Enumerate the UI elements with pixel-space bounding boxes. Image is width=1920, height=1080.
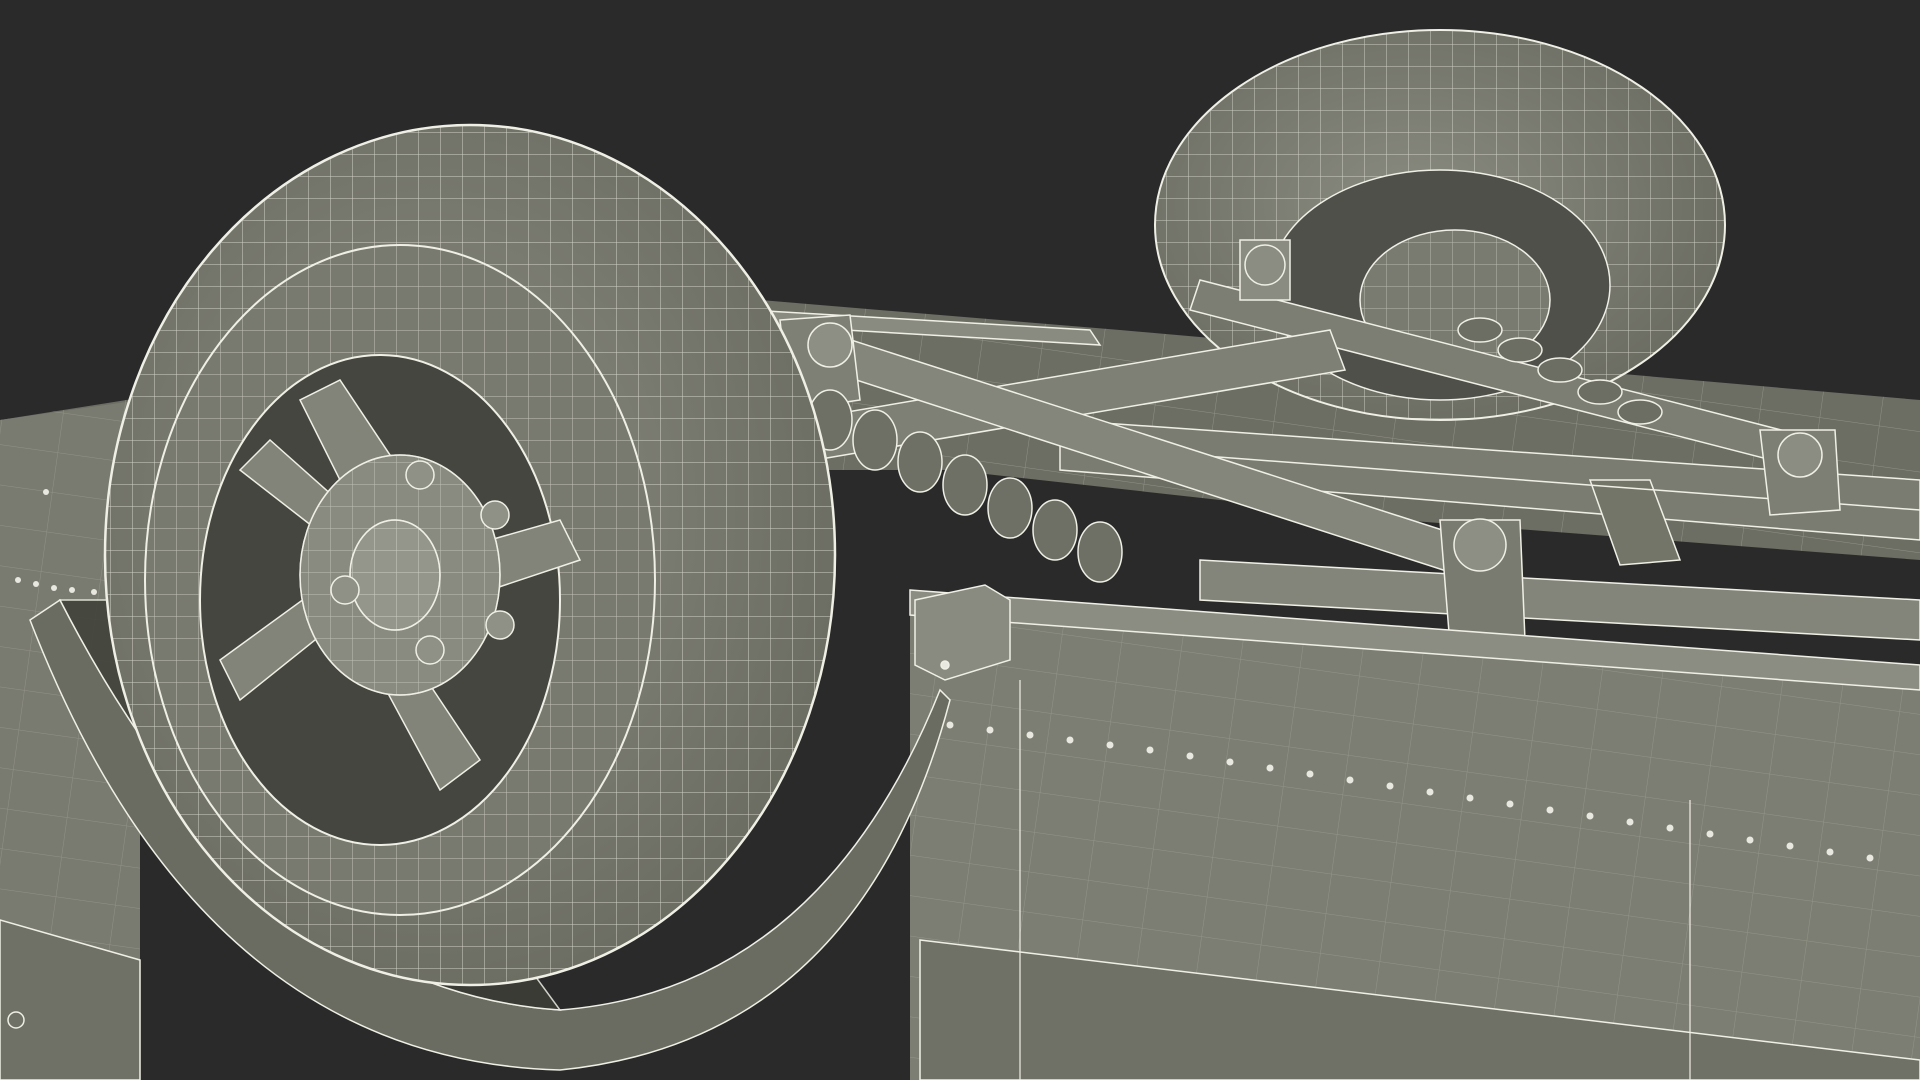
wireframe-scene bbox=[0, 0, 1920, 1080]
body-side-panel bbox=[909, 589, 1920, 1080]
render-viewport bbox=[0, 0, 1920, 1080]
